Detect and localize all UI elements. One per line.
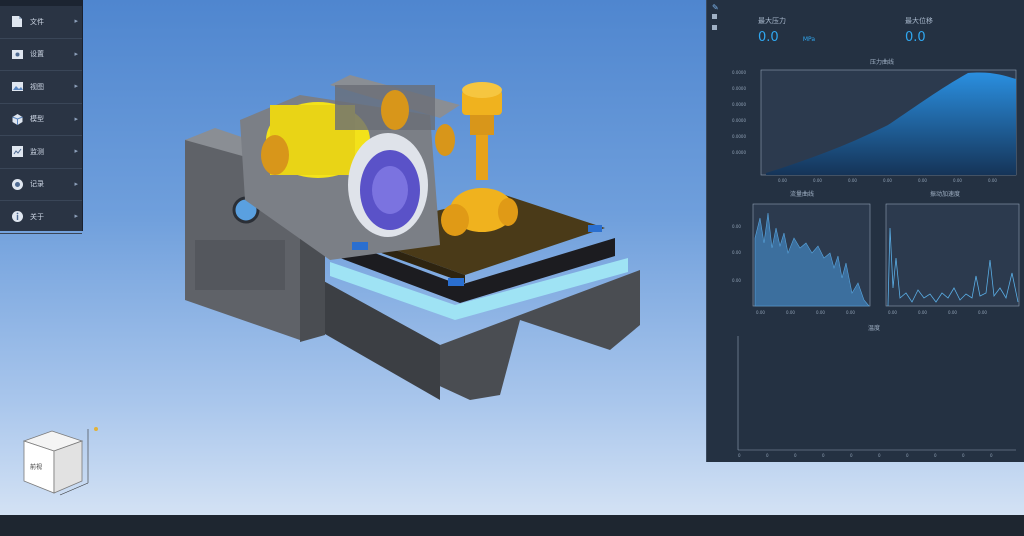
toolbar-item-record[interactable]: 记录 ▸ xyxy=(0,169,82,201)
svg-text:0: 0 xyxy=(822,453,825,458)
toolbar-item-view[interactable]: 视图 ▸ xyxy=(0,71,82,104)
svg-text:0.00: 0.00 xyxy=(948,310,957,315)
chevron-right-icon: ▸ xyxy=(74,17,78,25)
toolbar-item-label: 记录 xyxy=(30,180,44,189)
svg-text:0.00: 0.00 xyxy=(918,178,927,183)
toolbar-item-model[interactable]: 模型 ▸ xyxy=(0,104,82,136)
chart-title: 流量曲线 xyxy=(790,191,815,198)
svg-text:0.0000: 0.0000 xyxy=(732,134,746,139)
svg-text:0.0000: 0.0000 xyxy=(732,86,746,91)
chart-temperature: 0 0 0 0 0 0 0 0 0 0 xyxy=(737,336,1016,458)
model-icon xyxy=(10,112,24,126)
metric-value: 0.0 xyxy=(905,30,926,45)
toolbar-item-label: 监测 xyxy=(30,147,44,156)
pin-icon[interactable]: ✎ xyxy=(712,3,719,12)
svg-text:0.00: 0.00 xyxy=(732,224,741,229)
svg-text:0.00: 0.00 xyxy=(816,310,825,315)
svg-text:0: 0 xyxy=(990,453,993,458)
toolbar-item-label: 关于 xyxy=(30,212,44,221)
3d-viewport[interactable] xyxy=(0,0,706,515)
svg-text:0.00: 0.00 xyxy=(813,178,822,183)
svg-text:0.00: 0.00 xyxy=(786,310,795,315)
svg-text:0.00: 0.00 xyxy=(756,310,765,315)
svg-text:0.00: 0.00 xyxy=(732,278,741,283)
x-ticks: 0.00 0.00 0.00 0.00 xyxy=(888,310,987,315)
image-icon xyxy=(10,80,24,94)
toolbar-item-monitor[interactable]: 监测 ▸ xyxy=(0,136,82,169)
side-tab[interactable] xyxy=(712,25,717,30)
svg-text:0: 0 xyxy=(850,453,853,458)
y-ticks: 0.0000 0.0000 0.0000 0.0000 0.0000 0.0000 xyxy=(732,70,746,155)
svg-text:0.00: 0.00 xyxy=(988,178,997,183)
x-ticks: 0.00 0.00 0.00 0.00 xyxy=(756,310,855,315)
info-icon xyxy=(10,210,24,224)
toolbar-item-settings[interactable]: 设置 ▸ xyxy=(0,39,82,71)
navcube-face-label: 前视 xyxy=(30,463,42,471)
metric-label: 最大压力 xyxy=(758,17,786,25)
svg-text:0.00: 0.00 xyxy=(888,310,897,315)
svg-text:0.0000: 0.0000 xyxy=(732,150,746,155)
chevron-right-icon: ▸ xyxy=(74,147,78,155)
side-tab[interactable] xyxy=(712,14,717,19)
chart-pressure: 0.0000 0.0000 0.0000 0.0000 0.0000 0.0000 0.… xyxy=(732,69,1017,183)
metric-value-text: 0.0 xyxy=(758,30,779,45)
chevron-right-icon: ▸ xyxy=(74,179,78,188)
svg-text:0: 0 xyxy=(738,453,741,458)
svg-text:0: 0 xyxy=(962,453,965,458)
svg-text:0.0000: 0.0000 xyxy=(732,70,746,75)
left-toolbar: 文件 ▸ 设置 ▸ 视图 ▸ 模型 ▸ 监测 ▸ 记录 ▸ 关于 ▸ xyxy=(0,0,83,234)
toolbar-item-file[interactable]: 文件 ▸ xyxy=(0,6,82,39)
file-icon xyxy=(10,15,24,29)
metric-unit: MPa xyxy=(802,36,816,43)
svg-text:0: 0 xyxy=(766,453,769,458)
svg-text:0.00: 0.00 xyxy=(953,178,962,183)
toolbar-item-label: 文件 xyxy=(30,17,44,26)
navigation-cube[interactable]: 前视 xyxy=(14,423,104,498)
chart-vibration: 0.00 0.00 0.00 0.00 xyxy=(885,203,1020,315)
chart-title: 振动加速度 xyxy=(930,191,961,198)
svg-text:0: 0 xyxy=(934,453,937,458)
chart-flow: 0.00 0.00 0.00 0.00 0.00 0.00 0.00 xyxy=(732,203,871,315)
toolbar-item-about[interactable]: 关于 ▸ xyxy=(0,201,82,234)
metric-label: 最大位移 xyxy=(905,17,933,25)
svg-text:0.00: 0.00 xyxy=(846,310,855,315)
svg-text:0: 0 xyxy=(878,453,881,458)
toolbar-item-label: 设置 xyxy=(30,50,44,59)
chevron-right-icon: ▸ xyxy=(74,82,78,90)
x-ticks: 0.00 0.00 0.00 0.00 0.00 0.00 0.00 xyxy=(778,178,997,183)
toolbar-item-label: 模型 xyxy=(30,115,44,124)
metric-value: 0.0 MPa xyxy=(758,30,815,45)
monitor-icon xyxy=(10,145,24,159)
chevron-right-icon: ▸ xyxy=(74,114,78,123)
y-ticks: 0.00 0.00 0.00 xyxy=(732,224,741,283)
svg-text:0.00: 0.00 xyxy=(778,178,787,183)
settings-icon xyxy=(10,47,24,61)
svg-text:0.00: 0.00 xyxy=(883,178,892,183)
svg-text:0: 0 xyxy=(906,453,909,458)
metric-max-pressure: 最大压力 0.0 MPa xyxy=(758,16,815,45)
status-bar xyxy=(0,515,1024,536)
metric-max-displacement: 最大位移 0.0 xyxy=(905,16,933,45)
toolbar-item-label: 视图 xyxy=(30,82,44,91)
panel-side-tabs xyxy=(712,14,721,36)
machine-model xyxy=(185,75,640,400)
chevron-right-icon: ▸ xyxy=(74,212,78,220)
svg-text:0.0000: 0.0000 xyxy=(732,102,746,107)
svg-text:0: 0 xyxy=(794,453,797,458)
svg-text:0.00: 0.00 xyxy=(918,310,927,315)
svg-text:0.0000: 0.0000 xyxy=(732,118,746,123)
svg-text:0.00: 0.00 xyxy=(732,250,741,255)
svg-text:0.00: 0.00 xyxy=(978,310,987,315)
chevron-right-icon: ▸ xyxy=(74,49,78,58)
svg-text:0.00: 0.00 xyxy=(848,178,857,183)
x-ticks: 0 0 0 0 0 0 0 0 0 0 xyxy=(738,453,993,458)
record-icon xyxy=(10,177,24,191)
